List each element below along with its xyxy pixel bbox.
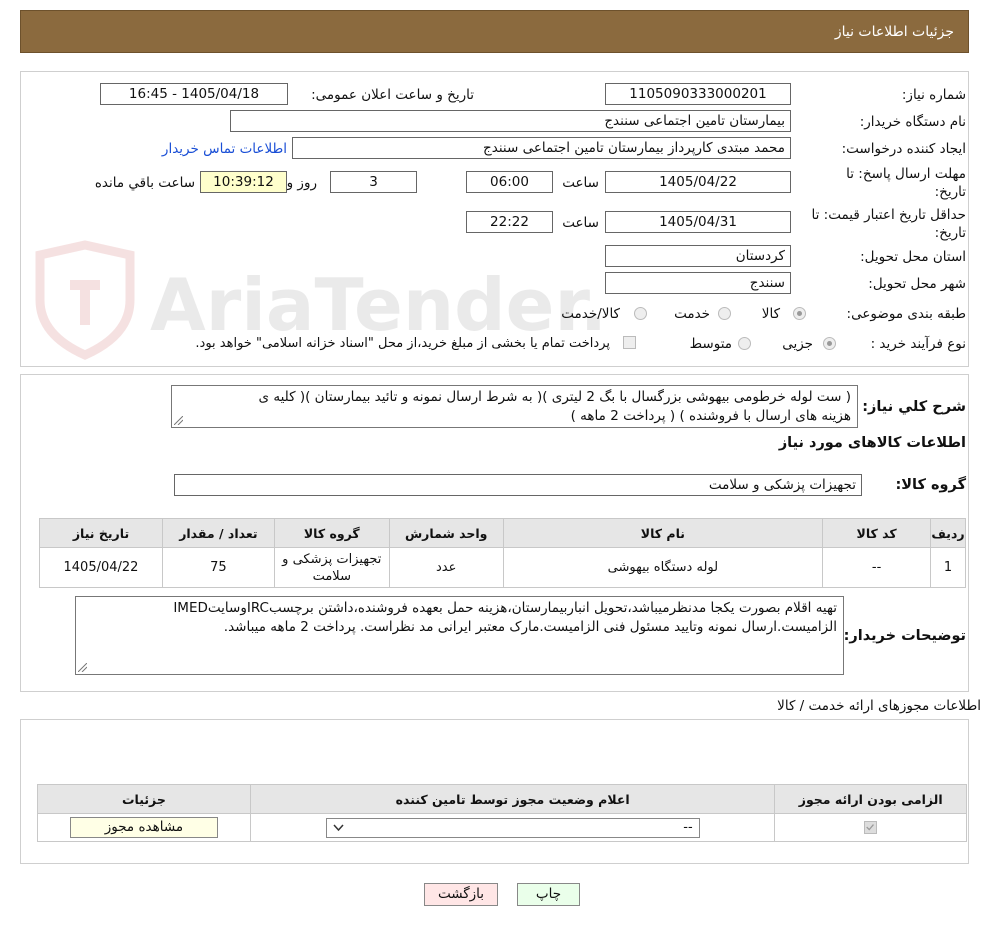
province-label: استان محل تحویل: [860,249,966,265]
validity-time-label: ساعت [562,215,599,231]
license-required-checkbox [864,821,878,834]
announce-field: 1405/04/18 - 16:45 [100,83,288,105]
buyer-contact-link[interactable]: اطلاعات تماس خریدار [162,141,287,157]
goods-table-header: ردیف کد کالا نام کالا واحد شمارش گروه کا… [39,518,966,548]
col-license-required: الزامی بودن ارائه مجوز [774,784,967,814]
city-label: شهر محل تحویل: [868,276,966,292]
row-index: 1 [930,547,966,588]
description-line-1: ( ست لوله خرطومی بیهوشی بزرگسال با بگ 2 … [258,389,851,405]
page-title: جزئیات اطلاعات نیاز [834,24,954,40]
reply-time-label: ساعت [562,175,599,191]
col-index: ردیف [930,518,966,548]
city-field: سنندج [605,272,791,294]
table-row: 1 -- لوله دستگاه بیهوشی عدد تجهیزات پزشک… [39,547,966,588]
province-field: کردستان [605,245,791,267]
days-field: 3 [330,171,417,193]
description-line-2: هزینه های ارسال با فروشنده ) ( پرداخت 2 … [570,408,851,424]
description-textarea: ( ست لوله خرطومی بیهوشی بزرگسال با بگ 2 … [171,385,858,428]
back-button[interactable]: بازگشت [424,883,498,906]
remaining-time-label: ساعت باقي مانده [94,175,195,191]
process-option-minor: جزیی [782,336,813,352]
col-name: نام کالا [502,518,824,548]
license-status-select[interactable]: -- [325,817,700,838]
view-license-button[interactable]: مشاهده مجوز [69,817,218,838]
resize-handle-icon[interactable] [78,663,87,672]
category-option-goods: کالا [761,306,780,322]
validity-time-field: 22:22 [466,211,553,233]
announce-label: تاریخ و ساعت اعلان عمومی: [311,87,474,103]
reply-date-field: 1405/04/22 [605,171,791,193]
need-number-label: شماره نیاز: [901,87,966,103]
license-status-cell: -- [249,813,776,842]
license-status-value: -- [683,820,693,835]
process-radio-minor[interactable] [823,337,836,350]
col-qty: تعداد / مقدار [161,518,275,548]
col-license-status: اعلام وضعیت مجوز توسط تامین کننده [249,784,776,814]
process-option-medium: متوسط [689,336,732,352]
need-number-field: 1105090333000201 [605,83,791,105]
buyer-label: نام دستگاه خریدار: [859,114,966,130]
col-code: کد کالا [822,518,932,548]
row-group-line-1: تجهیزات پزشکی و [282,551,382,567]
creator-field: محمد مبتدی کارپرداز بیمارستان تامین اجتم… [292,137,791,159]
col-date: تاریخ نیاز [39,518,163,548]
row-code: -- [822,547,932,588]
checkmark-icon [866,824,875,831]
days-label: روز و [286,175,317,191]
print-button[interactable]: چاپ [517,883,580,906]
resize-handle-icon[interactable] [174,416,183,425]
validity-label: حداقل تاریخ اعتبار قیمت: تا [811,207,966,223]
row-unit: عدد [388,547,504,588]
row-name: لوله دستگاه بیهوشی [502,547,824,588]
row-date: 1405/04/22 [39,547,163,588]
col-unit: واحد شمارش [388,518,504,548]
category-radio-goods-service[interactable] [634,307,647,320]
reply-time-field: 06:00 [466,171,553,193]
license-details-cell: مشاهده مجوز [37,813,251,842]
category-radio-goods[interactable] [793,307,806,320]
license-required-cell [774,813,967,842]
validity-label-2: تاریخ: [934,225,966,241]
process-radio-medium[interactable] [738,337,751,350]
reply-deadline-label: مهلت ارسال پاسخ: تا [846,166,966,182]
creator-label: ایجاد کننده درخواست: [841,141,966,157]
validity-date-field: 1405/04/31 [605,211,791,233]
reply-deadline-label-2: تاریخ: [934,184,966,200]
category-option-goods-service: کالا/خدمت [561,306,620,322]
col-group: گروه کالا [273,518,390,548]
buyer-notes-line-2: الزامیست.ارسال نمونه وتایید مسئول فنی ال… [223,619,837,635]
goods-section-title: اطلاعات کالاهای مورد نیاز [778,435,966,451]
remaining-time-field: 10:39:12 [200,171,287,193]
licenses-section-title: اطلاعات مجوزهای ارائه خدمت / کالا [777,698,981,714]
buyer-notes-line-1: تهیه اقلام بصورت یکجا مدنظرمیباشد،تحویل … [173,600,837,616]
col-license-details: جزئیات [37,784,251,814]
description-label: شرح کلي نیاز: [862,399,966,415]
row-group-line-2: سلامت [312,568,351,584]
treasury-note: پرداخت تمام یا بخشی از مبلغ خرید،از محل … [195,336,610,351]
page-header: جزئیات اطلاعات نیاز [20,10,969,53]
buyer-field: بیمارستان تامین اجتماعی سنندج [230,110,791,132]
goods-group-field: تجهیزات پزشکی و سلامت [174,474,862,496]
goods-group-label: گروه کالا: [895,477,966,493]
row-qty: 75 [161,547,275,588]
buyer-notes-textarea: تهیه اقلام بصورت یکجا مدنظرمیباشد،تحویل … [75,596,844,675]
chevron-down-icon [333,823,344,831]
category-radio-service[interactable] [718,307,731,320]
buyer-notes-label: توضیحات خریدار: [843,628,966,644]
row-group: تجهیزات پزشکی و سلامت [273,547,390,588]
table-row: -- مشاهده مجوز [37,813,967,842]
category-option-service: خدمت [674,306,710,322]
category-label: طبقه بندی موضوعی: [846,306,966,322]
process-type-label: نوع فرآیند خرید : [870,336,966,352]
licenses-table: الزامی بودن ارائه مجوز اعلام وضعیت مجوز … [37,784,967,842]
goods-table: ردیف کد کالا نام کالا واحد شمارش گروه کا… [39,518,966,588]
licenses-table-header: الزامی بودن ارائه مجوز اعلام وضعیت مجوز … [37,784,967,814]
treasury-checkbox[interactable] [623,336,636,349]
